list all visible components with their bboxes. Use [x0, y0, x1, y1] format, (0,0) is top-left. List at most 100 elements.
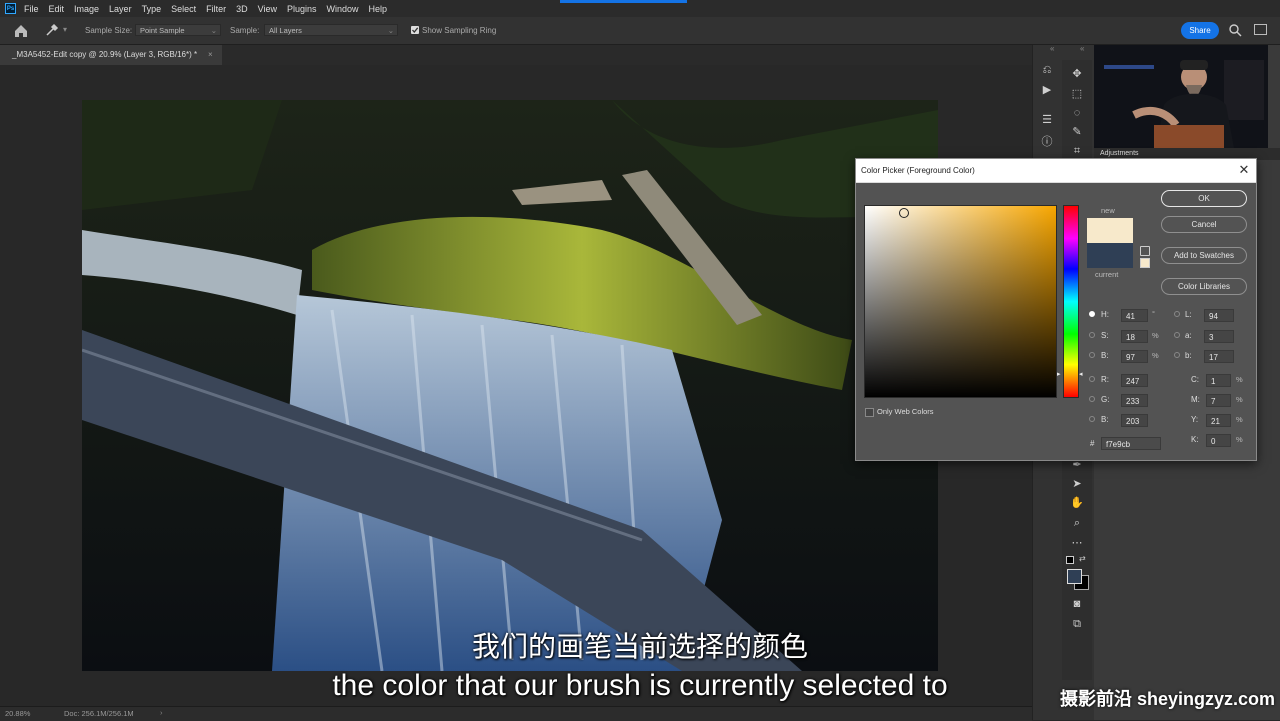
- sample-label: Sample:: [230, 26, 260, 35]
- photoshop-app-icon[interactable]: Ps: [5, 3, 16, 14]
- current-color-label: current: [1095, 270, 1119, 279]
- more-tools-icon[interactable]: ⋯: [1068, 535, 1086, 551]
- waterfall-photo[interactable]: [82, 100, 938, 671]
- magenta-field[interactable]: 7: [1206, 394, 1231, 407]
- show-sampling-ring-checkbox[interactable]: [411, 26, 419, 34]
- brightness-unit: %: [1152, 351, 1159, 360]
- zoom-tool-icon[interactable]: ⌕: [1068, 515, 1086, 531]
- hue-radio[interactable]: [1089, 311, 1095, 317]
- menu-plugins[interactable]: Plugins: [287, 4, 317, 14]
- lab-l-radio[interactable]: [1174, 311, 1180, 317]
- sample-select[interactable]: All Layers ⌄: [264, 24, 398, 36]
- chevron-down-icon: ⌄: [210, 26, 217, 35]
- color-libraries-button[interactable]: Color Libraries: [1161, 278, 1247, 295]
- hue-slider[interactable]: [1063, 205, 1079, 398]
- status-arrow-icon[interactable]: ›: [160, 708, 163, 717]
- color-sample-ring[interactable]: [899, 208, 909, 218]
- hex-field[interactable]: f7e9cb: [1101, 437, 1161, 450]
- lasso-tool-icon[interactable]: ◌: [1068, 105, 1086, 121]
- ok-button[interactable]: OK: [1161, 190, 1247, 207]
- green-field[interactable]: 233: [1121, 394, 1148, 407]
- move-tool-icon[interactable]: ✥: [1068, 66, 1086, 82]
- web-safe-swatch-icon[interactable]: [1140, 258, 1150, 268]
- marquee-tool-icon[interactable]: ⬚: [1068, 86, 1086, 102]
- default-colors-icon[interactable]: [1066, 556, 1074, 564]
- menu-3d[interactable]: 3D: [236, 4, 248, 14]
- lab-b-radio[interactable]: [1174, 352, 1180, 358]
- menu-edit[interactable]: Edit: [49, 4, 65, 14]
- share-button[interactable]: Share: [1181, 22, 1219, 39]
- eyedropper-tool-icon[interactable]: [44, 22, 60, 38]
- blue-field[interactable]: 203: [1121, 414, 1148, 427]
- document-tab-title: _M3A5452-Edit copy @ 20.9% (Layer 3, RGB…: [12, 50, 198, 59]
- hue-slider-left-arrow-icon[interactable]: ▸: [1057, 370, 1061, 378]
- actions-play-icon[interactable]: ▶: [1038, 82, 1056, 98]
- collapse-tools-icon[interactable]: «: [1080, 44, 1084, 53]
- menu-view[interactable]: View: [258, 4, 277, 14]
- red-radio[interactable]: [1089, 376, 1095, 382]
- hue-slider-right-arrow-icon[interactable]: ◂: [1079, 370, 1083, 378]
- history-icon[interactable]: ⎌: [1038, 62, 1056, 78]
- quick-select-tool-icon[interactable]: ✎: [1068, 124, 1086, 140]
- saturation-radio[interactable]: [1089, 332, 1095, 338]
- menu-select[interactable]: Select: [171, 4, 196, 14]
- menu-layer[interactable]: Layer: [109, 4, 132, 14]
- current-color-swatch[interactable]: [1087, 243, 1133, 268]
- cancel-button[interactable]: Cancel: [1161, 216, 1247, 233]
- cyan-field[interactable]: 1: [1206, 374, 1231, 387]
- hue-field[interactable]: 41: [1121, 309, 1148, 322]
- sample-size-value: Point Sample: [140, 26, 185, 35]
- brightness-radio[interactable]: [1089, 352, 1095, 358]
- window-accent-strip: [560, 0, 687, 3]
- document-tab[interactable]: _M3A5452-Edit copy @ 20.9% (Layer 3, RGB…: [0, 45, 222, 65]
- only-web-colors-checkbox[interactable]: [865, 408, 874, 417]
- tool-preset-chevron-icon[interactable]: ▾: [63, 25, 67, 34]
- menu-file[interactable]: File: [24, 4, 39, 14]
- home-icon[interactable]: [12, 22, 30, 40]
- black-field[interactable]: 0: [1206, 434, 1231, 447]
- search-icon[interactable]: [1228, 23, 1242, 37]
- out-of-gamut-icon[interactable]: [1140, 246, 1150, 256]
- brightness-field[interactable]: 97: [1121, 350, 1148, 363]
- hand-tool-icon[interactable]: ✋: [1068, 495, 1086, 511]
- green-radio[interactable]: [1089, 396, 1095, 402]
- red-label: R:: [1101, 375, 1109, 384]
- only-web-colors-label: Only Web Colors: [877, 407, 934, 416]
- path-select-tool-icon[interactable]: ➤: [1068, 476, 1086, 492]
- add-to-swatches-button[interactable]: Add to Swatches: [1161, 247, 1247, 264]
- menu-filter[interactable]: Filter: [206, 4, 226, 14]
- saturation-label: S:: [1101, 331, 1109, 340]
- new-color-swatch: [1087, 218, 1133, 243]
- menu-help[interactable]: Help: [369, 4, 388, 14]
- saturation-brightness-field[interactable]: [864, 205, 1057, 398]
- black-label: K:: [1191, 435, 1199, 444]
- adjustments-icon[interactable]: ☰: [1038, 112, 1056, 128]
- swap-colors-icon[interactable]: ⇄: [1079, 554, 1086, 563]
- magenta-label: M:: [1191, 395, 1200, 404]
- lab-a-field[interactable]: 3: [1204, 330, 1234, 343]
- sample-size-select[interactable]: Point Sample ⌄: [135, 24, 221, 36]
- crop-tool-icon[interactable]: ⌗: [1068, 143, 1086, 159]
- yellow-field[interactable]: 21: [1206, 414, 1231, 427]
- lab-a-radio[interactable]: [1174, 332, 1180, 338]
- color-picker-title-bar[interactable]: Color Picker (Foreground Color) ✕: [856, 159, 1256, 183]
- menu-window[interactable]: Window: [327, 4, 359, 14]
- collapse-panels-icon[interactable]: «: [1050, 44, 1054, 53]
- quick-mask-icon[interactable]: ◙: [1068, 596, 1086, 612]
- foreground-color-swatch[interactable]: [1067, 569, 1082, 584]
- document-close-icon[interactable]: ×: [208, 45, 213, 65]
- lab-b-label: b:: [1185, 351, 1192, 360]
- menu-type[interactable]: Type: [142, 4, 162, 14]
- close-icon[interactable]: ✕: [1236, 162, 1252, 178]
- info-icon[interactable]: ⓘ: [1038, 134, 1056, 150]
- lab-l-field[interactable]: 94: [1204, 309, 1234, 322]
- chevron-down-icon: ⌄: [387, 26, 394, 35]
- blue-radio[interactable]: [1089, 416, 1095, 422]
- lab-b-field[interactable]: 17: [1204, 350, 1234, 363]
- saturation-field[interactable]: 18: [1121, 330, 1148, 343]
- zoom-level[interactable]: 20.88%: [5, 709, 30, 718]
- menu-image[interactable]: Image: [74, 4, 99, 14]
- red-field[interactable]: 247: [1121, 374, 1148, 387]
- workspace-icon[interactable]: [1254, 24, 1267, 35]
- hue-label: H:: [1101, 310, 1109, 319]
